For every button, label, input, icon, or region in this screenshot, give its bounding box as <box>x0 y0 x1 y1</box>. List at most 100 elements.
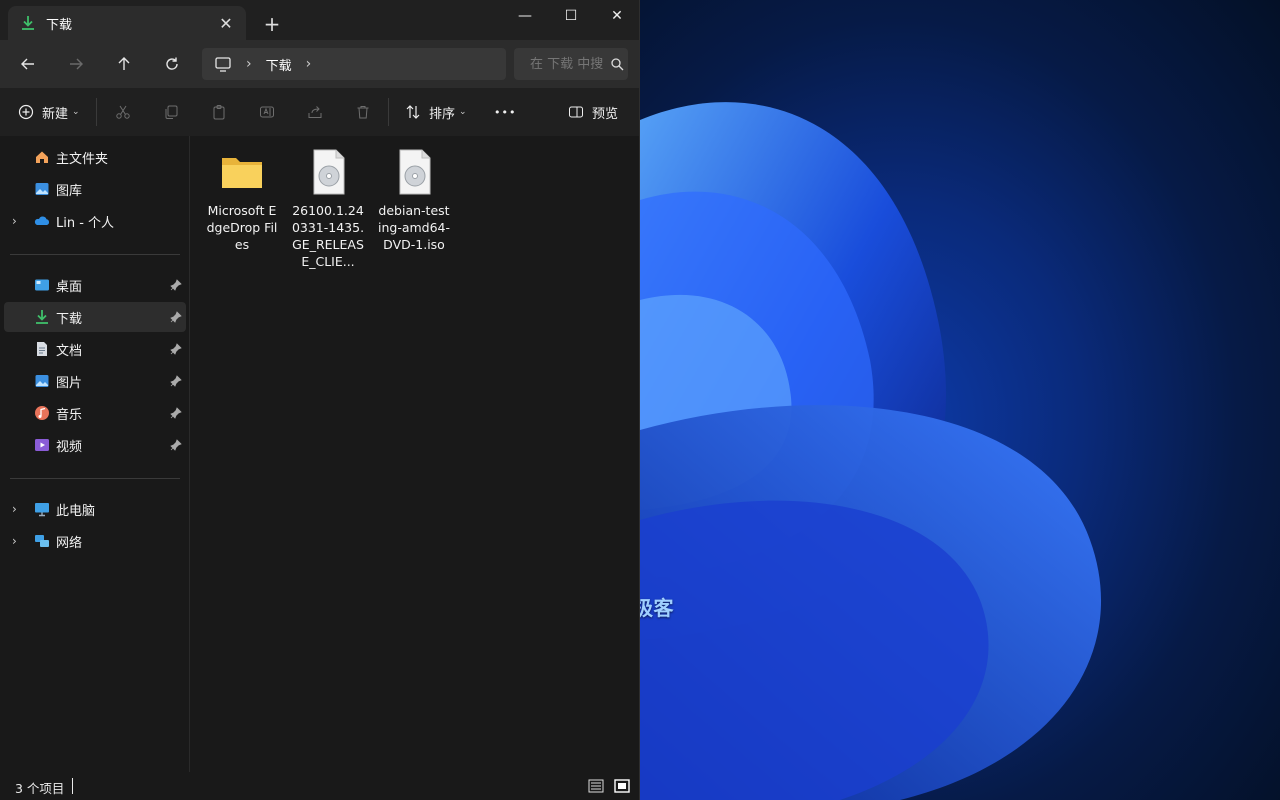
sidebar-item-documents[interactable]: 文档 <box>4 334 186 364</box>
sidebar-item-label: 文档 <box>56 343 83 359</box>
desktop-icon <box>35 279 49 291</box>
windows-bloom-wallpaper <box>640 102 1102 800</box>
close-tab-button[interactable]: ✕ <box>212 9 240 37</box>
sidebar-item-videos[interactable]: 视频 <box>4 430 186 460</box>
chevron-right-icon[interactable]: › <box>12 214 17 228</box>
pictures-icon <box>35 375 49 387</box>
videos-icon <box>35 439 49 451</box>
forward-button[interactable] <box>62 50 90 78</box>
refresh-icon <box>166 57 178 70</box>
details-view-icon[interactable] <box>588 778 604 794</box>
pin-icon <box>170 407 182 419</box>
sidebar-item-desktop[interactable]: 桌面 <box>4 270 186 300</box>
disc-image-file-icon <box>399 149 431 195</box>
preview-pane-icon <box>569 106 583 118</box>
sidebar-item-label: Lin - 个人 <box>56 215 115 231</box>
preview-label: 预览 <box>592 106 619 122</box>
file-explorer-window: 下载 ✕ + — ☐ ✕ › 下载 › 在 下载 中搜索 新建 ⌄ 排序 ⌄ •… <box>0 0 640 800</box>
status-divider <box>72 778 73 794</box>
chevron-right-icon[interactable]: › <box>12 502 17 516</box>
chevron-down-icon: ⌄ <box>72 107 80 117</box>
search-box[interactable] <box>514 48 628 80</box>
share-icon <box>308 106 322 118</box>
delete-button[interactable] <box>355 100 371 124</box>
pin-icon <box>170 375 182 387</box>
toolbar-divider <box>388 98 389 126</box>
sidebar-item-label: 音乐 <box>56 407 83 423</box>
tab-title: 下载 <box>46 17 73 33</box>
item-count: 3 个项目 <box>15 781 65 796</box>
chevron-right-icon[interactable]: › <box>246 56 252 72</box>
large-icons-view-icon[interactable] <box>614 778 630 794</box>
chevron-right-icon[interactable]: › <box>12 534 17 548</box>
music-icon <box>35 406 49 420</box>
paste-button[interactable] <box>211 100 227 124</box>
sidebar-item-network[interactable]: › 网络 <box>4 526 186 556</box>
sidebar-item-label: 图库 <box>56 183 83 199</box>
more-options-button[interactable]: ••• <box>494 100 516 124</box>
refresh-button[interactable] <box>158 50 186 78</box>
sidebar-item-this-pc[interactable]: › 此电脑 <box>4 494 186 524</box>
home-icon <box>36 151 48 163</box>
sidebar-item-gallery[interactable]: 图库 <box>4 174 186 204</box>
sidebar-item-home[interactable]: 主文件夹 <box>4 142 186 172</box>
network-icon <box>35 535 49 547</box>
tab-downloads[interactable]: 下载 ✕ <box>8 6 246 40</box>
scissors-icon <box>116 105 130 119</box>
download-icon <box>22 16 34 30</box>
sidebar-item-label: 视频 <box>56 439 83 455</box>
sort-label: 排序 <box>429 106 456 122</box>
breadcrumb-downloads[interactable]: 下载 <box>266 55 292 74</box>
status-bar: 3 个项目 <box>0 772 639 800</box>
trash-icon <box>357 106 369 119</box>
rename-button[interactable] <box>259 100 275 124</box>
pin-icon <box>170 343 182 355</box>
file-list: Microsoft EdgeDrop Files 26100.1.240331-… <box>190 136 639 772</box>
gallery-icon <box>35 183 49 195</box>
share-button[interactable] <box>307 100 323 124</box>
disc-image-file-icon <box>313 149 345 195</box>
address-bar[interactable]: › 下载 › <box>202 48 506 80</box>
folder-icon <box>222 158 262 188</box>
cut-button[interactable] <box>115 100 131 124</box>
monitor-icon <box>215 57 231 72</box>
arrow-right-icon <box>70 58 83 70</box>
pin-icon <box>170 311 182 323</box>
sidebar-divider <box>10 478 180 479</box>
sidebar-item-label: 网络 <box>56 535 83 551</box>
back-button[interactable] <box>14 50 42 78</box>
sidebar-item-label: 此电脑 <box>56 503 96 519</box>
file-name: Microsoft EdgeDrop Files <box>206 203 278 252</box>
sort-button[interactable]: 排序 ⌄ <box>405 100 467 124</box>
up-button[interactable] <box>110 50 138 78</box>
download-icon <box>36 310 48 324</box>
navigation-pane: 主文件夹 图库 › Lin - 个人 桌面 下载 文档 图片 音乐 视频 › 此… <box>0 136 190 772</box>
minimize-button[interactable]: — <box>502 0 548 32</box>
search-icon <box>611 58 624 71</box>
file-name: debian-testing-amd64-DVD-1.iso <box>377 203 451 252</box>
plus-circle-icon <box>18 104 34 120</box>
sidebar-item-music[interactable]: 音乐 <box>4 398 186 428</box>
toolbar-divider <box>96 98 97 126</box>
close-window-button[interactable]: ✕ <box>594 0 640 32</box>
maximize-button[interactable]: ☐ <box>548 0 594 32</box>
file-name: 26100.1.240331-1435.GE_RELEASE_CLIE... <box>291 203 365 269</box>
navigation-bar: › 下载 › <box>0 40 639 88</box>
file-item-iso[interactable]: 26100.1.240331-1435.GE_RELEASE_CLIE... <box>285 144 371 270</box>
new-tab-button[interactable]: + <box>258 10 286 38</box>
sidebar-item-pictures[interactable]: 图片 <box>4 366 186 396</box>
copy-button[interactable] <box>163 100 179 124</box>
sidebar-item-downloads[interactable]: 下载 <box>4 302 186 332</box>
sidebar-item-onedrive[interactable]: › Lin - 个人 <box>4 206 186 236</box>
sidebar-divider <box>10 254 180 255</box>
clipboard-icon <box>213 105 225 120</box>
chevron-right-icon[interactable]: › <box>306 56 312 72</box>
sort-icon <box>406 105 420 119</box>
file-item-folder[interactable]: Microsoft EdgeDrop Files <box>199 144 285 253</box>
file-item-iso[interactable]: debian-testing-amd64-DVD-1.iso <box>371 144 457 253</box>
new-button[interactable]: 新建 ⌄ <box>18 100 80 124</box>
preview-button[interactable]: 预览 <box>568 100 618 124</box>
documents-icon <box>37 342 47 356</box>
sidebar-item-label: 桌面 <box>56 279 83 295</box>
search-input[interactable] <box>528 55 606 73</box>
